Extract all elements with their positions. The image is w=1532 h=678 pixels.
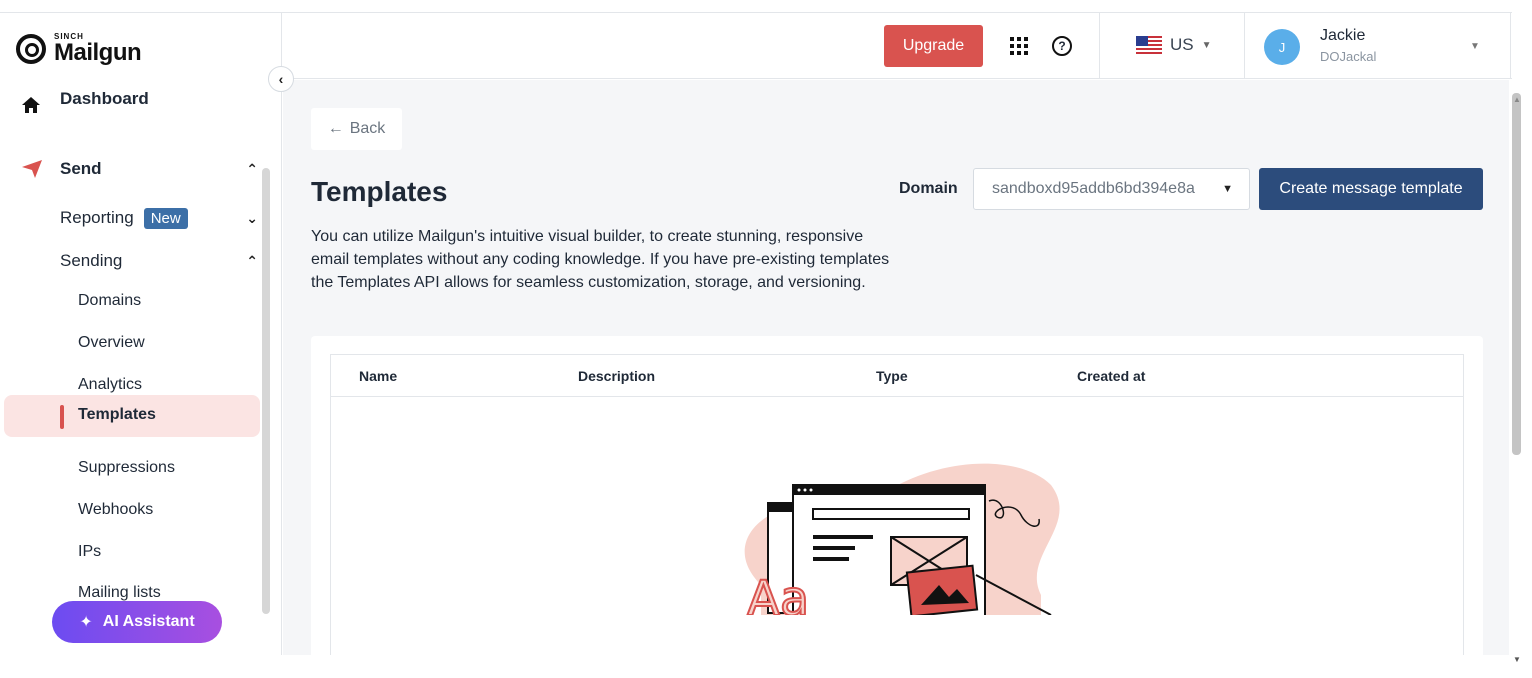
scroll-down-icon[interactable]: ▼ bbox=[1513, 655, 1521, 664]
back-button[interactable]: ← Back bbox=[311, 108, 402, 150]
sidebar-item-ips[interactable]: IPs bbox=[78, 543, 101, 561]
mailgun-logo[interactable]: SINCH Mailgun bbox=[16, 33, 142, 66]
scroll-up-icon[interactable]: ▲ bbox=[1513, 95, 1521, 104]
ai-assistant-button[interactable]: ✦ AI Assistant bbox=[52, 601, 222, 643]
table-header: Name Description Type Created at bbox=[331, 355, 1463, 397]
sparkle-icon: ✦ bbox=[79, 614, 93, 631]
top-bar: Upgrade ? US ▼ J Jackie DOJackal ▼ bbox=[282, 13, 1512, 79]
user-org: DOJackal bbox=[1320, 49, 1377, 64]
avatar: J bbox=[1264, 29, 1300, 65]
ai-assistant-label: AI Assistant bbox=[102, 613, 195, 630]
region-selector[interactable]: US ▼ bbox=[1136, 35, 1212, 55]
sidebar-item-reporting[interactable]: Reporting New ⌄ bbox=[0, 205, 262, 231]
column-header-type[interactable]: Type bbox=[876, 368, 908, 384]
new-badge: New bbox=[143, 207, 188, 229]
divider bbox=[1099, 13, 1100, 79]
sidebar-item-domains[interactable]: Domains bbox=[78, 292, 141, 310]
sidebar-item-mailing-lists[interactable]: Mailing lists bbox=[78, 584, 161, 602]
templates-table: Name Description Type Created at Aa bbox=[330, 354, 1464, 655]
column-header-created-at[interactable]: Created at bbox=[1077, 368, 1145, 384]
sidebar-item-sending[interactable]: Sending ⌃ bbox=[0, 249, 262, 273]
chevron-down-icon[interactable]: ⌄ bbox=[246, 210, 258, 227]
send-icon bbox=[22, 160, 42, 178]
sidebar-item-templates[interactable]: Templates bbox=[4, 395, 260, 437]
logo-name-text: Mailgun bbox=[54, 39, 142, 66]
user-name: Jackie bbox=[1320, 27, 1366, 44]
sidebar-item-webhooks[interactable]: Webhooks bbox=[78, 501, 153, 519]
home-icon bbox=[22, 97, 40, 113]
main-scrollbar[interactable] bbox=[1512, 93, 1521, 455]
templates-card: Name Description Type Created at Aa bbox=[311, 336, 1483, 655]
domain-value: sandboxd95addb6bd394e8a bbox=[992, 180, 1195, 197]
sidebar-item-label: Dashboard bbox=[60, 91, 149, 108]
sidebar-scrollbar[interactable] bbox=[262, 168, 270, 614]
divider bbox=[1244, 13, 1245, 79]
region-label: US bbox=[1170, 35, 1194, 54]
chevron-up-icon[interactable]: ⌃ bbox=[246, 253, 258, 270]
chevron-left-icon: ‹ bbox=[278, 71, 284, 87]
sidebar-item-label: Templates bbox=[78, 406, 156, 423]
us-flag-icon bbox=[1136, 36, 1162, 54]
domain-label: Domain bbox=[899, 180, 958, 197]
apps-grid-icon[interactable] bbox=[1010, 37, 1028, 55]
help-icon[interactable]: ? bbox=[1052, 36, 1072, 56]
page-title: Templates bbox=[311, 176, 448, 207]
column-header-name[interactable]: Name bbox=[359, 368, 397, 384]
sidebar-item-overview[interactable]: Overview bbox=[78, 334, 145, 352]
divider bbox=[1510, 13, 1511, 79]
svg-text:Aa: Aa bbox=[747, 571, 809, 615]
app-window: SINCH Mailgun Dashboard Send ⌃ Reporting… bbox=[0, 12, 1521, 664]
collapse-sidebar-button[interactable]: ‹ bbox=[268, 66, 294, 92]
sidebar: SINCH Mailgun Dashboard Send ⌃ Reporting… bbox=[0, 13, 282, 655]
sidebar-item-analytics[interactable]: Analytics bbox=[78, 376, 142, 394]
column-header-description[interactable]: Description bbox=[578, 368, 655, 384]
empty-state-illustration: Aa bbox=[744, 463, 1060, 615]
domain-select[interactable]: sandboxd95addb6bd394e8a ▼ bbox=[973, 168, 1250, 210]
sidebar-item-suppressions[interactable]: Suppressions bbox=[78, 459, 175, 477]
sidebar-item-label: Reporting bbox=[60, 208, 134, 227]
caret-down-icon: ▼ bbox=[1222, 183, 1233, 195]
back-label: Back bbox=[349, 120, 386, 137]
chevron-up-icon[interactable]: ⌃ bbox=[246, 161, 258, 178]
page-description: You can utilize Mailgun's intuitive visu… bbox=[311, 228, 890, 291]
caret-down-icon: ▼ bbox=[1201, 39, 1212, 51]
active-indicator bbox=[60, 405, 64, 429]
sidebar-nav: Dashboard Send ⌃ Reporting New ⌄ Sending… bbox=[0, 91, 262, 655]
caret-down-icon: ▼ bbox=[1470, 41, 1480, 52]
sidebar-item-send[interactable]: Send ⌃ bbox=[0, 157, 262, 181]
sidebar-item-label: Sending bbox=[60, 251, 123, 270]
sidebar-item-dashboard[interactable]: Dashboard bbox=[0, 91, 262, 119]
sidebar-item-label: Send bbox=[60, 159, 102, 178]
arrow-left-icon: ← bbox=[327, 120, 344, 137]
upgrade-button[interactable]: Upgrade bbox=[884, 25, 983, 67]
main-content: ← Back Templates You can utilize Mailgun… bbox=[283, 80, 1509, 655]
mailgun-logo-icon bbox=[16, 34, 46, 64]
create-message-template-button[interactable]: Create message template bbox=[1259, 168, 1483, 210]
